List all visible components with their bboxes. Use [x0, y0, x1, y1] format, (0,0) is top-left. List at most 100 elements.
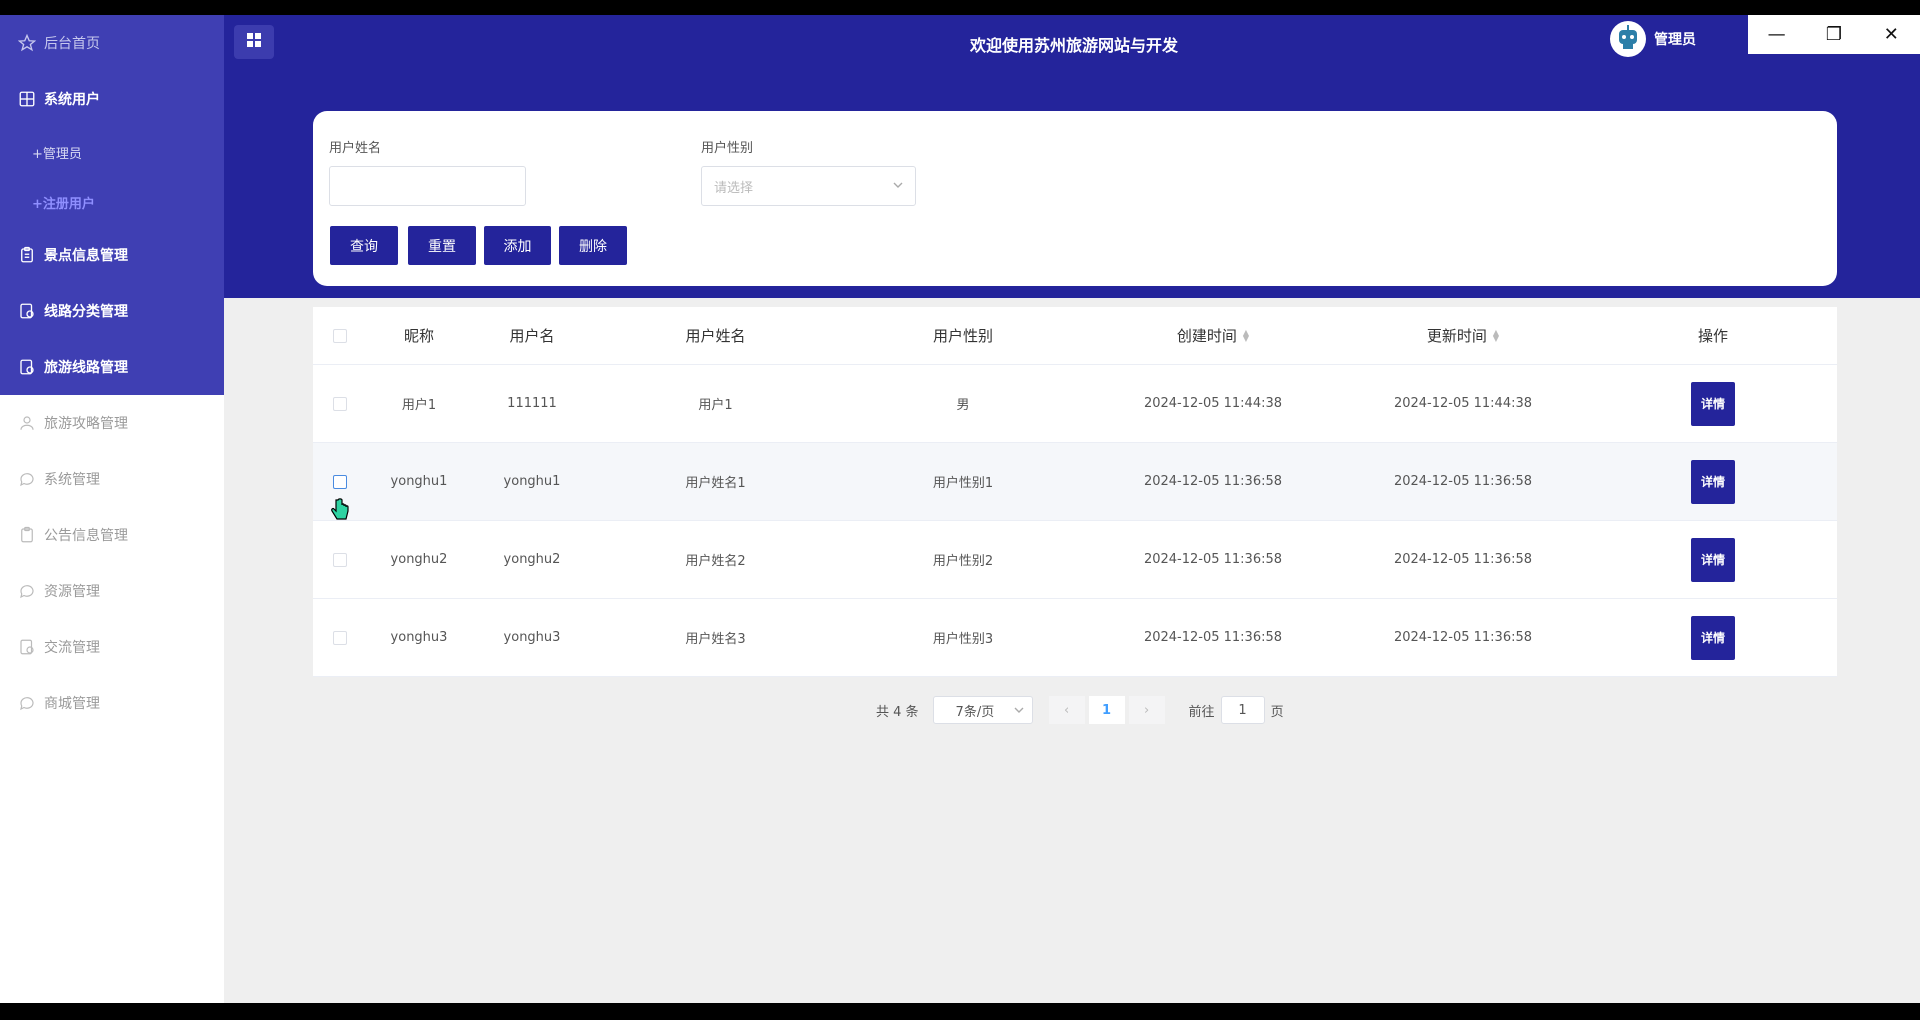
sidebar-item-label: 旅游线路管理	[44, 360, 128, 376]
row-select-cell	[313, 599, 367, 676]
sidebar-item-label: 公告信息管理	[44, 528, 128, 544]
page-size-select[interactable]: 7条/页	[932, 696, 1033, 724]
chevron-down-icon	[1014, 705, 1024, 718]
row-checkbox[interactable]	[333, 552, 347, 567]
page-size-value: 7条/页	[955, 704, 995, 720]
sort-icon[interactable]: ▲ ▼	[1243, 328, 1249, 342]
detail-button[interactable]: 详情	[1691, 459, 1735, 504]
sidebar-item-route-categories[interactable]: 线路分类管理	[0, 283, 224, 339]
sidebar-item-shop[interactable]: 商城管理	[0, 675, 224, 731]
clipboard-icon	[18, 246, 36, 264]
sidebar-item-attractions[interactable]: 景点信息管理	[0, 227, 224, 283]
column-header-nickname: 昵称	[403, 327, 434, 345]
search-panel: 用户姓名 用户性别 请选择 查询 重置 添加 删除	[313, 111, 1837, 286]
row-select-cell	[313, 521, 367, 598]
sidebar-item-label: 系统管理	[44, 472, 100, 488]
sidebar-item-label: 资源管理	[44, 584, 100, 600]
goto-page-input[interactable]: 1	[1220, 696, 1265, 724]
chevron-right-icon: ›	[1143, 702, 1150, 718]
sidebar-item-system-users[interactable]: 系统用户	[0, 71, 224, 127]
sidebar-item-home[interactable]: 后台首页	[0, 15, 224, 71]
cell-nickname: yonghu3	[390, 630, 448, 645]
sidebar-item-exchange[interactable]: 交流管理	[0, 619, 224, 675]
cell-gender: 男	[956, 398, 970, 413]
cell-created: 2024-12-05 11:36:58	[1143, 630, 1283, 645]
sidebar-item-label: 线路分类管理	[44, 304, 128, 320]
chat-icon	[18, 470, 36, 488]
reset-button[interactable]: 重置	[408, 226, 476, 265]
column-header-updated[interactable]: 更新时间 ▲ ▼	[1338, 307, 1588, 364]
robot-avatar-icon	[1613, 22, 1643, 56]
sidebar-item-label: +注册用户	[32, 196, 95, 212]
gender-select[interactable]: 请选择	[701, 166, 916, 206]
page-number-current[interactable]: 1	[1088, 696, 1125, 724]
sidebar-item-label: 景点信息管理	[44, 248, 128, 264]
chat-icon	[18, 582, 36, 600]
detail-button[interactable]: 详情	[1691, 381, 1735, 426]
column-header-created[interactable]: 创建时间 ▲ ▼	[1088, 307, 1338, 364]
sidebar-item-label: 系统用户	[44, 92, 100, 108]
sidebar-item-tour-routes[interactable]: 旅游线路管理	[0, 339, 224, 395]
pagination-total: 共 4 条	[876, 704, 919, 720]
column-header-label: 更新时间	[1426, 327, 1487, 345]
grid-icon	[18, 90, 36, 108]
add-button[interactable]: 添加	[484, 226, 551, 265]
cell-gender: 用户性别2	[932, 554, 994, 569]
chat-icon	[18, 694, 36, 712]
select-all-checkbox[interactable]	[333, 328, 347, 343]
cell-created: 2024-12-05 11:44:38	[1143, 396, 1283, 411]
table-row: 用户1 111111 用户1 男 2024-12-05 11:44:38 202…	[313, 365, 1837, 443]
minimize-button[interactable]: —	[1748, 15, 1805, 54]
cell-actions: 详情	[1588, 365, 1838, 442]
sidebar-subitem-registered-users[interactable]: +注册用户	[0, 177, 224, 227]
cell-updated: 2024-12-05 11:36:58	[1393, 630, 1533, 645]
row-checkbox[interactable]	[333, 630, 347, 645]
name-input[interactable]	[342, 167, 513, 205]
gender-select-placeholder: 请选择	[714, 180, 754, 196]
user-menu[interactable]: 管理员	[1610, 21, 1696, 57]
sidebar-bottom-section: 旅游攻略管理 系统管理 公告信息管理 资源管理 交流管理 商城管理	[0, 395, 224, 731]
cell-username: 111111	[507, 396, 557, 411]
cell-actions: 详情	[1588, 521, 1838, 598]
cell-updated: 2024-12-05 11:44:38	[1393, 396, 1533, 411]
minimize-icon: —	[1767, 24, 1786, 45]
detail-button[interactable]: 详情	[1691, 537, 1735, 582]
users-table: 昵称 用户名 用户姓名 用户性别 创建时间 ▲ ▼ 更新时间 ▲ ▼ 操作 用户1 …	[313, 307, 1837, 677]
name-field[interactable]	[329, 166, 526, 206]
cell-nickname: yonghu1	[390, 474, 448, 489]
clipboard-icon	[18, 526, 36, 544]
avatar	[1610, 21, 1646, 57]
sidebar-item-announcements[interactable]: 公告信息管理	[0, 507, 224, 563]
cell-actions: 详情	[1588, 599, 1838, 676]
sidebar-item-resources[interactable]: 资源管理	[0, 563, 224, 619]
sidebar-item-label: 后台首页	[44, 36, 100, 52]
row-checkbox[interactable]	[333, 396, 347, 411]
row-checkbox[interactable]	[333, 474, 347, 489]
sidebar-subitem-admin[interactable]: +管理员	[0, 127, 224, 177]
sidebar-item-system[interactable]: 系统管理	[0, 451, 224, 507]
row-select-cell	[313, 365, 367, 442]
prev-page-button[interactable]: ‹	[1048, 696, 1085, 724]
cell-gender: 用户性别1	[932, 476, 994, 491]
delete-button[interactable]: 删除	[559, 226, 627, 265]
document-icon	[18, 302, 36, 320]
pagination: 共 4 条 7条/页 ‹ 1 › 前往 1 页	[876, 695, 1284, 725]
detail-button[interactable]: 详情	[1691, 615, 1735, 660]
star-icon	[18, 34, 36, 52]
cell-updated: 2024-12-05 11:36:58	[1393, 552, 1533, 567]
query-button[interactable]: 查询	[330, 226, 398, 265]
restore-button[interactable]: ❐	[1805, 15, 1862, 54]
sidebar-item-guides[interactable]: 旅游攻略管理	[0, 395, 224, 451]
app-window: 后台首页 系统用户 +管理员 +注册用户 景点信息管理 线路分类管理 旅游线路管…	[0, 15, 1920, 1003]
column-header-realname: 用户姓名	[685, 327, 746, 345]
name-field-label: 用户姓名	[329, 141, 382, 156]
sidebar-item-label: 旅游攻略管理	[44, 416, 128, 432]
cell-updated: 2024-12-05 11:36:58	[1393, 474, 1533, 489]
close-button[interactable]: ✕	[1863, 15, 1920, 54]
close-icon: ✕	[1883, 24, 1899, 45]
sort-icon[interactable]: ▲ ▼	[1493, 328, 1499, 342]
user-icon	[18, 414, 36, 432]
next-page-button[interactable]: ›	[1128, 696, 1165, 724]
cell-username: yonghu2	[503, 552, 561, 567]
cell-actions: 详情	[1588, 443, 1838, 520]
